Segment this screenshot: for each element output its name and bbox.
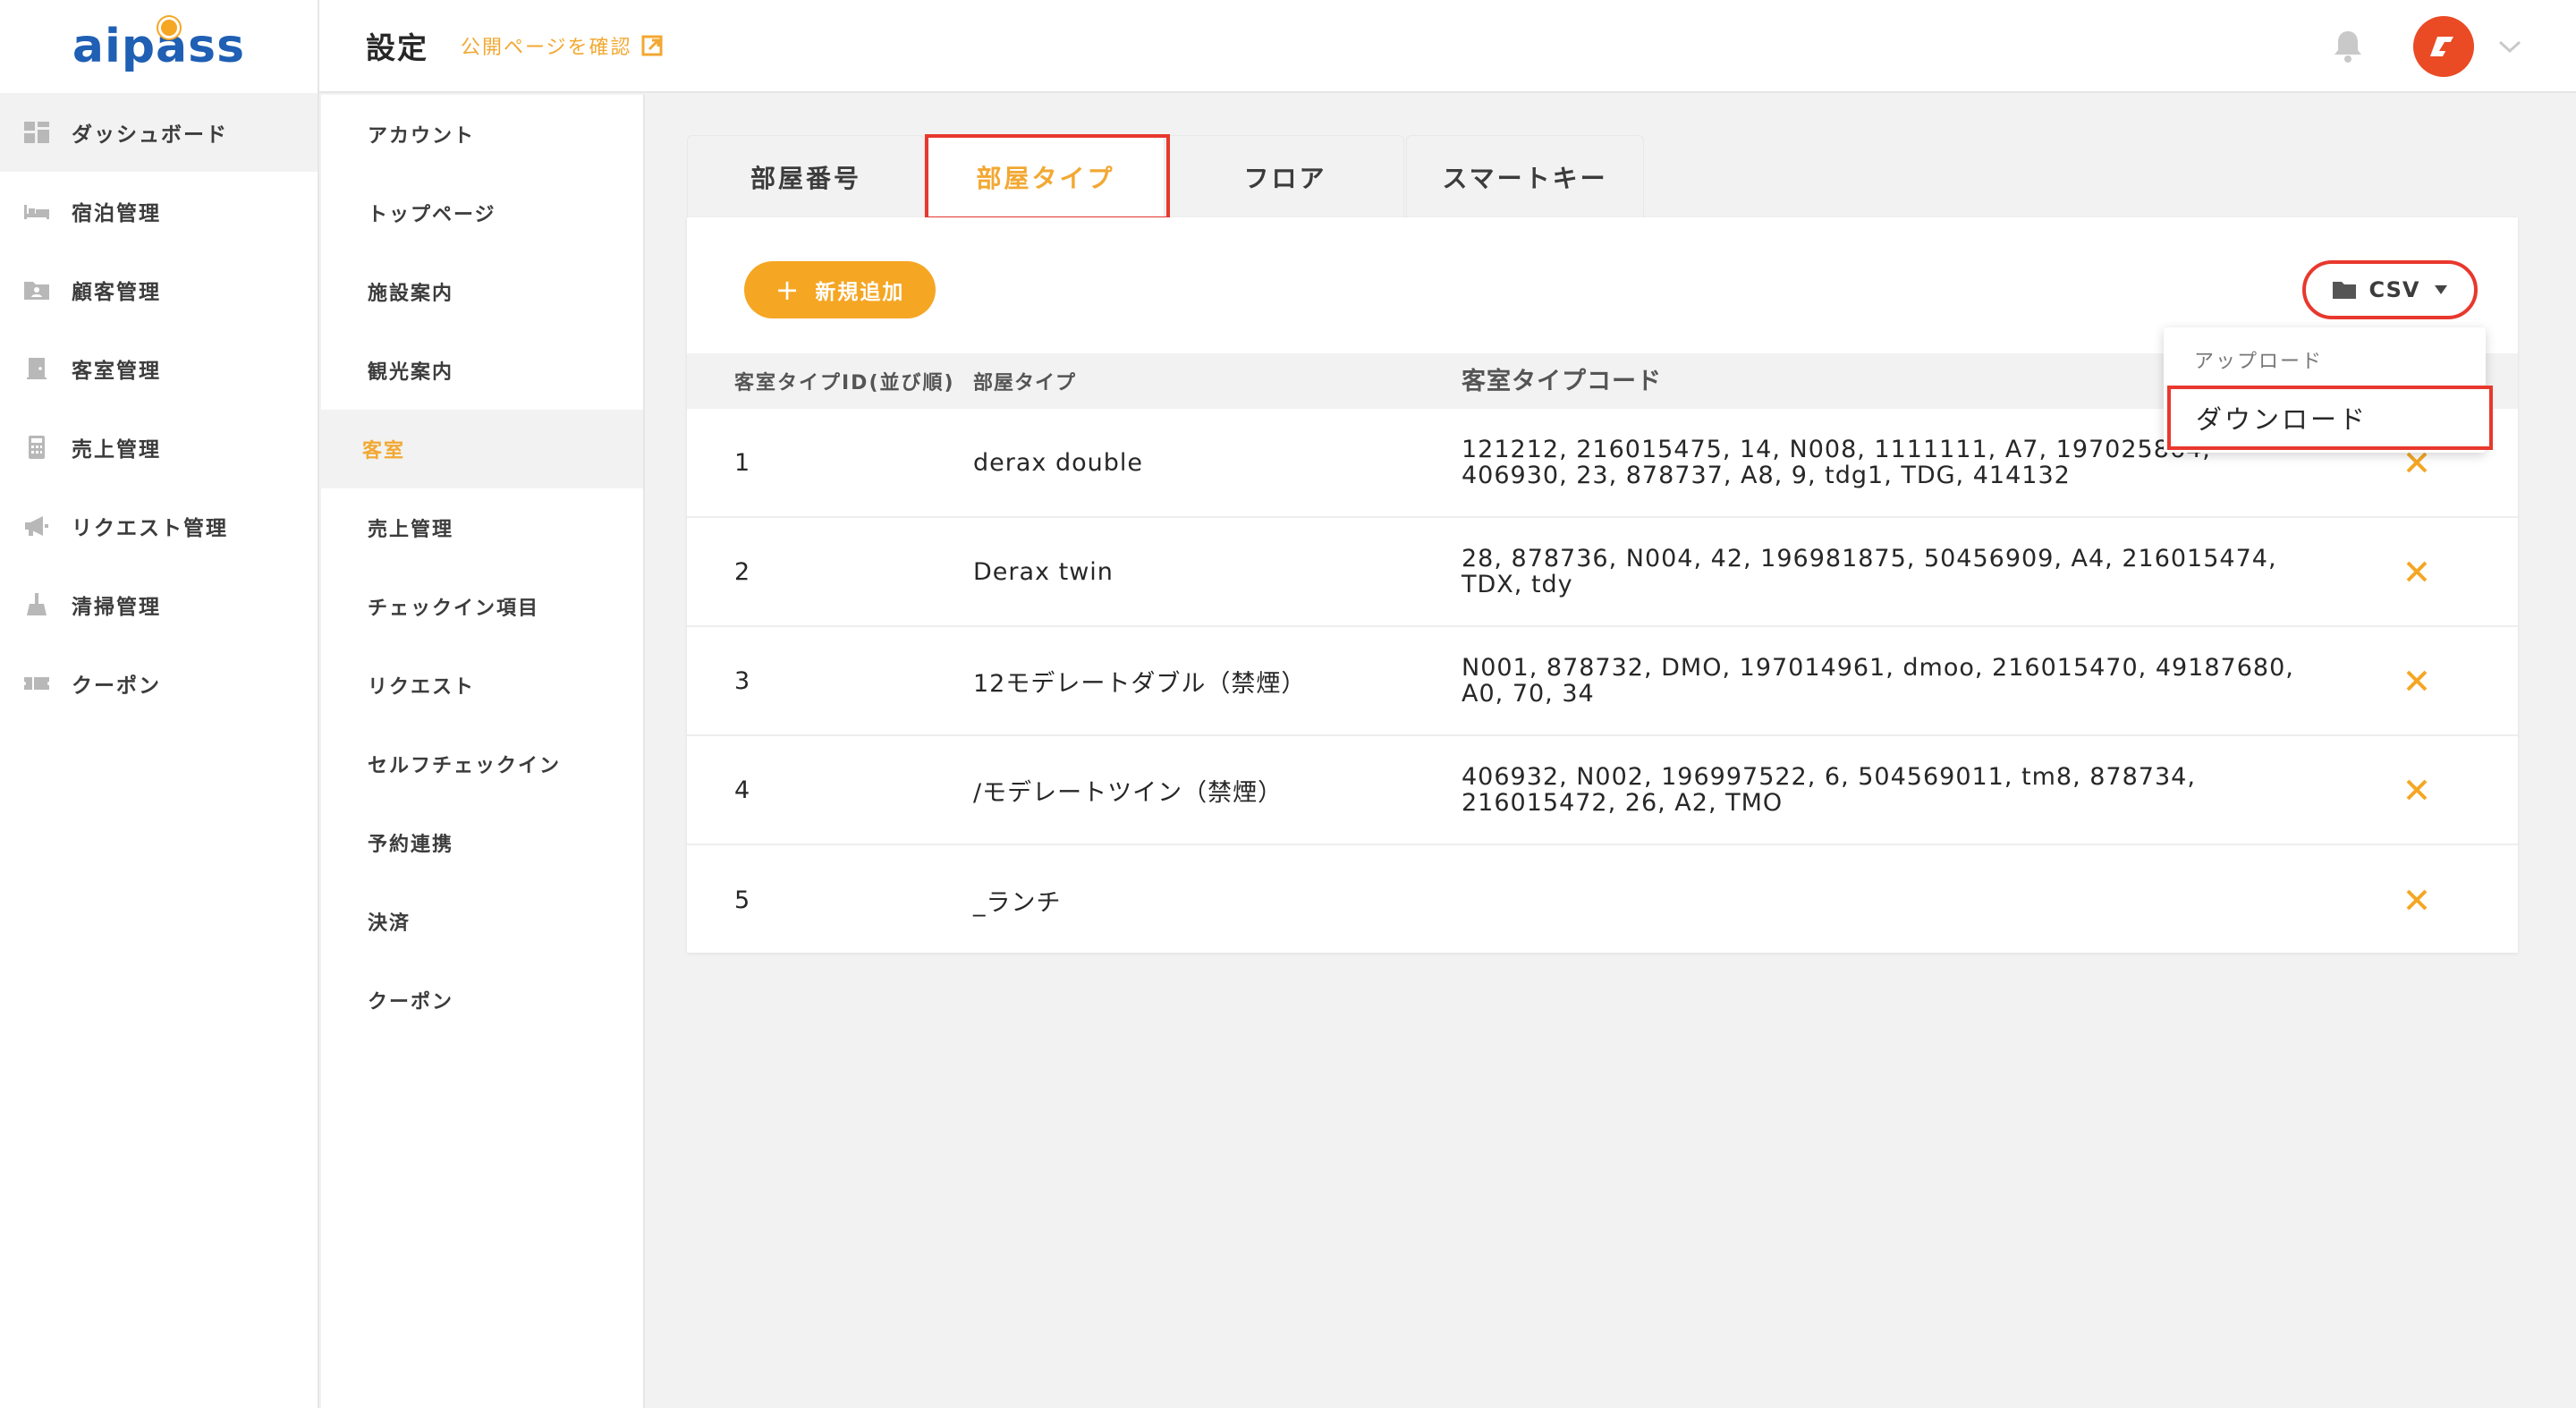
cell-room-type: 12モデレートダブル（禁煙） (973, 669, 1307, 698)
room-settings-tabs: 部屋番号 部屋タイプ フロア スマートキー (687, 135, 1646, 217)
avatar[interactable] (2413, 16, 2474, 77)
sidebar-item-lodging[interactable]: 宿泊管理 (0, 172, 318, 250)
delete-icon[interactable] (2403, 667, 2430, 694)
logo-text: aipass (72, 20, 246, 73)
top-header: 設定 公開ページを確認 (319, 0, 2576, 93)
cell-codes: 28, 878736, N004, 42, 196981875, 5045690… (1462, 545, 2277, 598)
avatar-logo-icon (2430, 37, 2453, 56)
column-header-id: 客室タイプID(並び順) (734, 372, 955, 394)
public-page-link-label: 公開ページを確認 (461, 37, 632, 59)
public-page-link[interactable]: 公開ページを確認 (461, 31, 665, 60)
sidebar-item-label: 顧客管理 (72, 281, 161, 304)
sidebar-item-label: ダッシュボード (72, 123, 228, 147)
subnav-item-account[interactable]: アカウント (321, 95, 643, 174)
column-header-room-type: 部屋タイプ (973, 372, 1077, 394)
plus-icon: + (775, 273, 801, 307)
delete-icon[interactable] (2403, 558, 2430, 585)
cell-id: 2 (734, 557, 750, 586)
sidebar-item-customers[interactable]: 顧客管理 (0, 250, 318, 329)
cell-codes: N001, 878732, DMO, 197014961, dmoo, 2160… (1462, 654, 2294, 708)
subnav-item-reservation-link[interactable]: 予約連携 (321, 803, 643, 882)
subnav-item-coupons[interactable]: クーポン (321, 961, 643, 1039)
sidebar-item-label: 売上管理 (72, 438, 161, 462)
cell-room-type: Derax twin (973, 557, 1114, 586)
subnav-item-sales[interactable]: 売上管理 (321, 488, 643, 567)
logo[interactable]: aipass (0, 0, 318, 93)
delete-icon[interactable] (2403, 886, 2430, 913)
sidebar-item-dashboard[interactable]: ダッシュボード (0, 93, 318, 172)
sidebar-item-sales[interactable]: 売上管理 (0, 408, 318, 487)
tab-room-type[interactable]: 部屋タイプ (927, 135, 1165, 217)
tab-room-number[interactable]: 部屋番号 (687, 135, 925, 217)
table-row[interactable]: 5 _ランチ (687, 845, 2518, 954)
subnav-item-payment[interactable]: 決済 (321, 882, 643, 961)
sidebar-item-label: リクエスト管理 (72, 517, 228, 540)
bell-icon[interactable] (2333, 30, 2363, 64)
subnav-item-requests[interactable]: リクエスト (321, 646, 643, 725)
subnav-item-top-page[interactable]: トップページ (321, 174, 643, 252)
caret-down-icon (2435, 285, 2448, 294)
csv-button-label: CSV (2368, 277, 2420, 302)
delete-icon[interactable] (2403, 449, 2430, 476)
subnav-item-tourist-guide[interactable]: 観光案内 (321, 331, 643, 410)
add-new-button-label: 新規追加 (815, 281, 905, 304)
settings-subnav: アカウント トップページ 施設案内 観光案内 客室 売上管理 チェックイン項目 … (321, 95, 645, 1408)
subnav-item-checkin-fields[interactable]: チェックイン項目 (321, 567, 643, 646)
dashboard-icon (23, 121, 50, 144)
bed-icon (23, 199, 50, 223)
megaphone-icon (23, 514, 50, 538)
sidebar-item-requests[interactable]: リクエスト管理 (0, 487, 318, 565)
cell-id: 1 (734, 448, 750, 477)
cell-room-type: derax double (973, 448, 1143, 477)
table-row[interactable]: 4 /モデレートツイン（禁煙） 406932, N002, 196997522,… (687, 736, 2518, 845)
cell-id: 5 (734, 886, 750, 914)
sidebar-item-cleaning[interactable]: 清掃管理 (0, 565, 318, 644)
cell-id: 3 (734, 666, 750, 695)
sidebar-item-label: 清掃管理 (72, 596, 161, 619)
sidebar-item-label: クーポン (72, 674, 161, 698)
cell-id: 4 (734, 776, 750, 804)
tab-floor[interactable]: フロア (1166, 135, 1404, 217)
logo-sun-icon (161, 20, 177, 36)
main-sidebar: aipass ダッシュボード 宿泊管理 顧客管理 客室管理 売上管理 リクエスト… (0, 0, 319, 1408)
table-row[interactable]: 3 12モデレートダブル（禁煙） N001, 878732, DMO, 1970… (687, 627, 2518, 736)
header-user-area (2333, 0, 2522, 93)
customer-folder-icon (23, 278, 50, 301)
sidebar-item-rooms[interactable]: 客室管理 (0, 329, 318, 408)
cell-room-type: _ランチ (973, 888, 1062, 917)
csv-menu-upload[interactable]: アップロード (2194, 345, 2323, 374)
external-link-icon (641, 35, 663, 56)
subnav-item-self-checkin[interactable]: セルフチェックイン (321, 725, 643, 803)
calculator-icon (23, 436, 50, 459)
delete-icon[interactable] (2403, 776, 2430, 803)
csv-button[interactable]: CSV (2302, 260, 2478, 319)
csv-dropdown-menu: アップロード ダウンロード (2164, 327, 2493, 453)
csv-menu-download[interactable]: ダウンロード (2167, 386, 2493, 450)
coupon-icon (23, 672, 50, 695)
sidebar-item-coupons[interactable]: クーポン (0, 644, 318, 723)
chevron-down-icon[interactable] (2497, 38, 2522, 55)
door-icon (23, 357, 50, 380)
subnav-item-rooms[interactable]: 客室 (321, 410, 643, 488)
cell-codes: 406932, N002, 196997522, 6, 504569011, t… (1462, 763, 2196, 817)
add-new-button[interactable]: + 新規追加 (744, 261, 936, 318)
tab-smart-key[interactable]: スマートキー (1406, 135, 1644, 217)
broom-icon (23, 593, 50, 616)
sidebar-item-label: 宿泊管理 (72, 202, 161, 225)
cell-room-type: /モデレートツイン（禁煙） (973, 778, 1284, 807)
table-row[interactable]: 2 Derax twin 28, 878736, N004, 42, 19698… (687, 518, 2518, 627)
folder-icon (2332, 282, 2356, 299)
page-title: 設定 (366, 30, 428, 65)
subnav-item-facility-guide[interactable]: 施設案内 (321, 252, 643, 331)
sidebar-item-label: 客室管理 (72, 360, 161, 383)
